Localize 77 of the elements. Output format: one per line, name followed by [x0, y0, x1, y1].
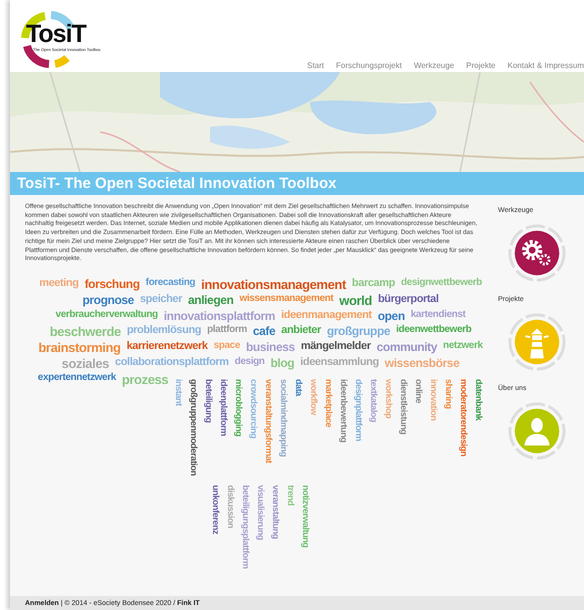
tag-cloud-link[interactable]: mängelmelder	[300, 340, 371, 352]
tag-cloud-link[interactable]: beschwerde	[50, 324, 121, 338]
tag-cloud-link[interactable]: netzwerk	[443, 340, 483, 351]
tag-cloud-link[interactable]: ideenplattform	[219, 378, 228, 436]
tag-cloud-link[interactable]: diskussion	[226, 484, 235, 528]
tag-cloud-link[interactable]: karrierenetzwerk	[126, 340, 208, 352]
nav-link[interactable]: Werkzeuge	[414, 61, 454, 70]
tag-cloud-link[interactable]: wissensmanagement	[239, 294, 334, 304]
tag-cloud-link[interactable]: ideensammlung	[300, 356, 379, 368]
tag-cloud-link[interactable]: innovation	[429, 378, 438, 420]
tag-cloud-link[interactable]: anliegen	[188, 294, 234, 306]
gears-icon[interactable]	[508, 224, 566, 282]
tag-cloud-link[interactable]: online	[414, 378, 424, 404]
tag-cloud-link[interactable]: soziales	[62, 356, 110, 370]
tag-cloud-link[interactable]: plattform	[207, 324, 247, 335]
tag-cloud-link[interactable]: prognose	[82, 294, 134, 306]
tag-cloud-link[interactable]: textkatalog	[369, 378, 378, 422]
tag-cloud-link[interactable]: ideenwettbewerb	[396, 324, 472, 335]
tag-cloud-link[interactable]: wissensbörse	[384, 356, 460, 369]
tag-cloud-link[interactable]: cafe	[252, 324, 276, 337]
tag-cloud-link[interactable]: community	[376, 340, 438, 353]
tag-cloud-link[interactable]: collaborationsplattform	[115, 356, 229, 368]
tag-cloud-link[interactable]: blog	[270, 356, 294, 369]
tag-cloud-link[interactable]: data	[294, 378, 304, 396]
tag-cloud-link[interactable]: speicher	[140, 294, 182, 305]
tag-cloud-link[interactable]: visualisierung	[256, 484, 265, 540]
person-icon[interactable]	[508, 402, 566, 460]
tag-cloud-link[interactable]: beteiligungsplattform	[241, 484, 250, 568]
nav-link[interactable]: Projekte	[466, 61, 496, 70]
logo-wordmark: TosiT	[26, 22, 86, 47]
tag-cloud-link[interactable]: business	[246, 340, 295, 353]
tag-cloud-link[interactable]: großgruppenmoderation	[189, 378, 198, 476]
tag-cloud-link[interactable]: anbieter	[281, 324, 321, 336]
tag-cloud-link[interactable]: innovationsmanagement	[201, 278, 346, 291]
tag-cloud-link[interactable]: veranstaltungsformat	[264, 378, 274, 463]
tag-cloud-link[interactable]: trend	[286, 484, 295, 506]
tag-cloud-link[interactable]: socialmindmapping	[279, 378, 288, 457]
tag-cloud-link[interactable]: instant	[174, 378, 184, 406]
tag-cloud-link[interactable]: bürgerportal	[378, 294, 439, 305]
tag-cloud-link[interactable]: brainstorming	[38, 340, 121, 354]
tag-cloud-link[interactable]: design	[234, 356, 264, 367]
tag-cloud-link[interactable]: problemlösung	[126, 324, 202, 336]
tag-cloud-link[interactable]: expertennetzwerk	[38, 372, 116, 383]
tag-cloud-link[interactable]: designwettbewerb	[400, 278, 482, 288]
tag-cloud-link[interactable]: workshop	[384, 378, 394, 418]
tag-cloud-link[interactable]: designplattform	[354, 378, 364, 441]
tag-cloud-link[interactable]: veranstaltung	[271, 484, 280, 538]
page-title: TosiT- The Open Societal Innovation Toolbox	[10, 172, 584, 195]
tag-cloud-link[interactable]: innovationsplattform	[164, 310, 276, 322]
tag-cloud-link[interactable]: ideenbewertung	[339, 378, 348, 442]
tag-cloud-link[interactable]: datenbank	[474, 378, 484, 420]
nav-link[interactable]: Kontakt & Impressum	[508, 61, 584, 70]
tag-cloud-link[interactable]: notizverwaltung	[301, 484, 310, 548]
tag-cloud-link[interactable]: moderatorendesign	[459, 378, 468, 456]
tag-cloud-link[interactable]: crowdsourcing	[249, 378, 258, 438]
nav-link[interactable]: Forschungsprojekt	[336, 61, 402, 70]
tag-cloud-link[interactable]: großgruppe	[326, 324, 390, 337]
tag-cloud-link[interactable]: open	[378, 310, 405, 322]
tag-cloud-link[interactable]: meeting	[39, 278, 79, 289]
lighthouse-icon[interactable]	[508, 313, 566, 371]
tag-cloud-link[interactable]: world	[339, 294, 372, 307]
tag-cloud-link[interactable]: space	[214, 340, 240, 351]
tag-cloud-link[interactable]: barcamp	[352, 278, 395, 289]
tag-cloud-link[interactable]: verbraucherverwaltung	[56, 310, 158, 320]
tag-cloud-link[interactable]: workflow	[309, 378, 318, 415]
tag-cloud-link[interactable]: beteiligung	[204, 378, 214, 423]
tag-cloud-link[interactable]: dienstleistung	[399, 378, 408, 434]
tag-cloud-link[interactable]: kartendienst	[410, 310, 466, 320]
tag-cloud-link[interactable]: forschung	[84, 278, 140, 290]
tag-cloud-link[interactable]: ideenmanagement	[281, 310, 372, 321]
tag-cloud-link[interactable]: microblogging	[234, 378, 244, 436]
tag-cloud-link[interactable]: forecasting	[146, 278, 196, 288]
tag-cloud-link[interactable]: marketplace	[324, 378, 334, 428]
tag-cloud-link[interactable]: unkonferenz	[211, 484, 220, 534]
nav-link[interactable]: Start	[307, 61, 324, 70]
tag-cloud-link[interactable]: prozess	[122, 372, 168, 386]
tag-cloud-link[interactable]: sharing	[444, 378, 454, 409]
